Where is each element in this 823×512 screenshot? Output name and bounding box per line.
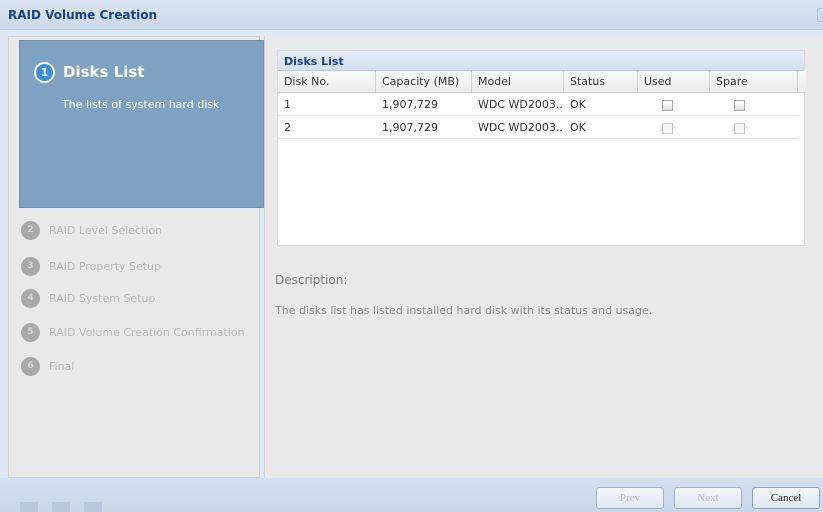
capacity-cell: 1,907,729: [382, 121, 438, 134]
capacity-cell: 1,907,729: [382, 98, 438, 111]
grid-header: Disk No. Capacity (MB) Model Status Used…: [278, 71, 806, 93]
column-header-capacity[interactable]: Capacity (MB): [376, 71, 472, 93]
step-label: Final: [49, 360, 75, 373]
step-label: RAID Property Setup: [49, 260, 161, 273]
model-cell: WDC WD2003...: [478, 121, 564, 134]
step-number-badge: 4: [21, 289, 40, 308]
column-header-status[interactable]: Status: [564, 71, 638, 93]
column-header-used[interactable]: Used: [638, 71, 710, 93]
cancel-button[interactable]: Cancel: [752, 487, 820, 509]
description-text: The disks list has listed installed hard…: [275, 304, 653, 317]
column-header-model[interactable]: Model: [472, 71, 564, 93]
disk-no-cell: 1: [284, 98, 291, 111]
window-title: RAID Volume Creation: [8, 8, 158, 22]
footer-decoration: [84, 502, 102, 512]
step-label: RAID System Setup: [49, 292, 156, 305]
status-cell: OK: [570, 121, 586, 134]
step-number-badge: 6: [21, 357, 40, 376]
raid-volume-creation-window: RAID Volume Creation 1 Disks List The li…: [0, 0, 823, 512]
window-tool-icon[interactable]: [817, 8, 823, 22]
main-content-panel: Disks List Disk No. Capacity (MB) Model …: [264, 36, 823, 478]
wizard-step-raid-property: 3 RAID Property Setup: [19, 257, 264, 277]
spare-checkbox[interactable]: [734, 100, 745, 111]
wizard-footer: Prev Next Cancel: [0, 478, 823, 512]
prev-button[interactable]: Prev: [596, 487, 664, 509]
used-checkbox[interactable]: [662, 100, 673, 111]
used-checkbox[interactable]: [662, 123, 673, 134]
grid-title: Disks List: [278, 51, 804, 71]
next-button[interactable]: Next: [674, 487, 742, 509]
step-label: RAID Volume Creation Confirmation: [49, 326, 245, 339]
step-description: The lists of system hard disk: [62, 98, 220, 111]
used-checkbox-cell: [656, 94, 696, 116]
used-checkbox-cell: [656, 117, 696, 139]
step-number-badge: 1: [34, 62, 55, 83]
wizard-step-active: 1 Disks List The lists of system hard di…: [19, 40, 264, 208]
window-titlebar: RAID Volume Creation: [0, 0, 823, 30]
footer-decoration: [52, 502, 70, 512]
disks-list-grid: Disks List Disk No. Capacity (MB) Model …: [277, 50, 806, 246]
wizard-step-raid-system: 4 RAID System Setup: [19, 289, 264, 309]
table-row[interactable]: 1 1,907,729 WDC WD2003... OK: [278, 94, 798, 116]
wizard-step-final: 6 Final: [19, 357, 264, 377]
model-cell: WDC WD2003...: [478, 98, 564, 111]
spare-checkbox[interactable]: [734, 123, 745, 134]
spare-checkbox-cell: [728, 94, 768, 116]
step-number-badge: 2: [21, 221, 40, 240]
description-title: Description:: [275, 273, 348, 287]
step-title: Disks List: [63, 63, 145, 81]
footer-decoration: [20, 502, 38, 512]
table-row[interactable]: 2 1,907,729 WDC WD2003... OK: [278, 117, 798, 139]
wizard-steps-panel: 1 Disks List The lists of system hard di…: [8, 36, 264, 478]
spare-checkbox-cell: [728, 117, 768, 139]
wizard-step-confirmation: 5 RAID Volume Creation Confirmation: [19, 323, 264, 343]
step-label: RAID Level Selection: [49, 224, 163, 237]
step-number-badge: 5: [21, 323, 40, 342]
column-header-spare[interactable]: Spare: [710, 71, 798, 93]
step-number-badge: 3: [21, 257, 40, 276]
disk-no-cell: 2: [284, 121, 291, 134]
status-cell: OK: [570, 98, 586, 111]
wizard-step-raid-level: 2 RAID Level Selection: [19, 221, 264, 241]
column-header-disk-no[interactable]: Disk No.: [278, 71, 376, 93]
